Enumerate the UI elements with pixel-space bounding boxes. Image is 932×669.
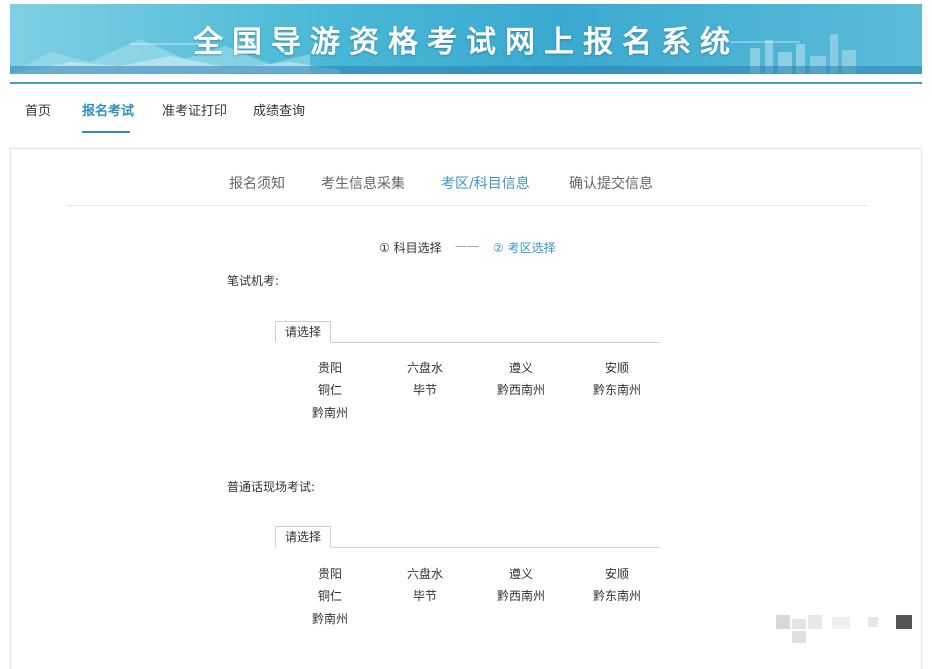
region-option[interactable]: 遵义 bbox=[481, 359, 561, 376]
main-panel: 报名须知 考生信息采集 考区/科目信息 确认提交信息 ① 科目选择 —— ② 考… bbox=[10, 148, 922, 669]
region-tabbar: 请选择 bbox=[275, 320, 660, 343]
region-option[interactable]: 六盘水 bbox=[385, 359, 465, 376]
region-option[interactable]: 黔西南州 bbox=[481, 381, 561, 398]
region-option[interactable]: 贵阳 bbox=[290, 565, 370, 582]
step-tab-notice[interactable]: 报名须知 bbox=[229, 173, 285, 193]
step-tabs: 报名须知 考生信息采集 考区/科目信息 确认提交信息 bbox=[11, 173, 921, 197]
substep-area-select[interactable]: ② 考区选择 bbox=[493, 239, 556, 256]
region-option[interactable]: 安顺 bbox=[577, 359, 657, 376]
region-tabbar: 请选择 bbox=[275, 525, 660, 548]
nav-active-underline bbox=[82, 131, 130, 133]
watermark-logo bbox=[776, 615, 912, 643]
section-label-written-exam: 笔试机考: bbox=[227, 274, 280, 288]
region-option[interactable]: 黔西南州 bbox=[481, 587, 561, 604]
region-option[interactable]: 黔东南州 bbox=[577, 587, 657, 604]
banner-title: 全国导游资格考试网上报名系统 bbox=[193, 25, 739, 60]
step-tab-exam-area-subject[interactable]: 考区/科目信息 bbox=[441, 173, 530, 193]
header-banner: 全国导游资格考试网上报名系统 bbox=[10, 4, 922, 74]
region-option[interactable]: 毕节 bbox=[385, 381, 465, 398]
region-option[interactable]: 毕节 bbox=[385, 587, 465, 604]
region-option[interactable]: 贵阳 bbox=[290, 359, 370, 376]
region-option[interactable]: 铜仁 bbox=[290, 587, 370, 604]
region-select-tab[interactable]: 请选择 bbox=[275, 526, 331, 548]
nav-item-home[interactable]: 首页 bbox=[25, 100, 51, 119]
nav-item-score-query[interactable]: 成绩查询 bbox=[253, 100, 305, 119]
steps-divider bbox=[67, 205, 867, 206]
nav-item-register-exam[interactable]: 报名考试 bbox=[82, 100, 134, 119]
region-select-tab[interactable]: 请选择 bbox=[275, 321, 331, 343]
region-option[interactable]: 黔东南州 bbox=[577, 381, 657, 398]
substep-indicator: ① 科目选择 —— ② 考区选择 bbox=[11, 239, 921, 257]
substep-separator: —— bbox=[455, 239, 479, 253]
region-option[interactable]: 黔南州 bbox=[290, 610, 370, 627]
nav-item-admission-ticket[interactable]: 准考证打印 bbox=[162, 100, 227, 119]
region-option[interactable]: 六盘水 bbox=[385, 565, 465, 582]
region-option[interactable]: 铜仁 bbox=[290, 381, 370, 398]
region-option[interactable]: 安顺 bbox=[577, 565, 657, 582]
section-label-mandarin-exam: 普通话现场考试: bbox=[227, 480, 316, 494]
substep-subject-select[interactable]: ① 科目选择 bbox=[379, 239, 442, 256]
step-tab-confirm-submit[interactable]: 确认提交信息 bbox=[569, 173, 653, 193]
region-option[interactable]: 遵义 bbox=[481, 565, 561, 582]
step-tab-candidate-info[interactable]: 考生信息采集 bbox=[321, 173, 405, 193]
region-option[interactable]: 黔南州 bbox=[290, 404, 370, 421]
banner-divider bbox=[10, 82, 922, 84]
